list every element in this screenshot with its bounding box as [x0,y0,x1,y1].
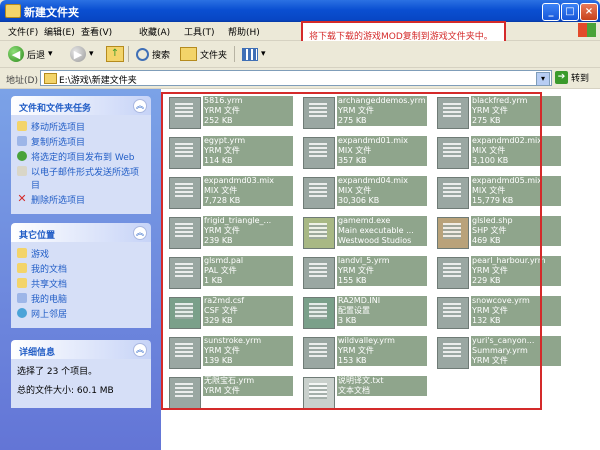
task-label: 以电子邮件形式发送所选项目 [31,168,140,191]
globe-icon [17,151,27,161]
place-shared-documents[interactable]: 共享文档 [17,277,145,290]
toolbar-separator [128,46,129,62]
task-email[interactable]: 以电子邮件形式发送所选项目 [17,165,145,191]
maximize-button[interactable]: □ [561,3,579,21]
place-label: 我的电脑 [31,295,68,305]
address-input[interactable]: E:\游戏\新建文件夹 ▾ [40,70,552,86]
delete-icon: ✕ [17,192,27,205]
go-button[interactable]: ➔ 转到 [555,71,589,84]
menu-file[interactable]: 文件(F) [8,25,38,38]
details-title: 详细信息 [19,348,56,358]
views-button[interactable]: ▾ [242,45,266,63]
other-places-title: 其它位置 [19,231,56,241]
place-label: 我的文档 [31,265,68,275]
folders-button[interactable]: 文件夹 [180,45,227,63]
details-header[interactable]: 详细信息 ︽ [11,340,151,359]
forward-button[interactable]: ▶ ▾ [70,45,94,63]
place-my-documents[interactable]: 我的文档 [17,262,145,275]
menu-favorites[interactable]: 收藏(A) [139,25,170,38]
collapse-icon[interactable]: ︽ [133,343,147,357]
close-button[interactable]: × [580,3,598,21]
back-label: 后退 [27,50,46,61]
task-copy[interactable]: 复制所选项目 [17,135,145,148]
file-tasks-title: 文件和文件夹任务 [19,104,92,114]
forward-arrow-icon: ▶ [70,46,86,62]
search-icon [136,47,149,61]
menu-tools[interactable]: 工具(T) [184,25,215,38]
window-title: 新建文件夹 [24,6,79,19]
other-places-panel: 其它位置 ︽ 游戏 我的文档 共享文档 我的电脑 网上邻居 [11,223,151,328]
back-arrow-icon: ◀ [8,46,24,62]
go-arrow-icon: ➔ [555,71,568,84]
menu-edit[interactable]: 编辑(E) [44,25,75,38]
menu-view[interactable]: 查看(V) [81,25,112,38]
folder-icon [17,248,27,258]
network-icon [17,308,27,318]
task-delete[interactable]: ✕ 删除所选项目 [17,193,145,206]
folders-icon [180,47,197,61]
collapse-icon[interactable]: ︽ [133,99,147,113]
search-label: 搜索 [152,50,171,61]
chevron-down-icon: ▾ [89,49,94,59]
selection-count: 选择了 23 个项目。 [17,367,98,377]
details-panel: 详细信息 ︽ 选择了 23 个项目。 总的文件大小: 60.1 MB [11,340,151,408]
folder-icon [44,73,57,84]
email-icon [17,166,27,176]
task-label: 移动所选项目 [31,123,86,133]
place-label: 网上邻居 [31,310,68,320]
file-tasks-panel: 文件和文件夹任务 ︽ 移动所选项目 复制所选项目 将选定的项目发布到 Web 以… [11,96,151,214]
views-icon [242,47,258,61]
place-my-computer[interactable]: 我的电脑 [17,292,145,305]
place-label: 共享文档 [31,280,68,290]
address-dropdown-button[interactable]: ▾ [536,72,550,86]
toolbar-separator [234,46,235,62]
chevron-down-icon: ▾ [48,49,53,59]
file-tasks-header[interactable]: 文件和文件夹任务 ︽ [11,96,151,115]
folder-icon [17,263,27,273]
computer-icon [17,293,27,303]
address-bar: 地址(D) E:\游戏\新建文件夹 ▾ ➔ 转到 [0,68,600,89]
other-places-header[interactable]: 其它位置 ︽ [11,223,151,242]
task-label: 复制所选项目 [31,138,86,148]
go-label: 转到 [571,74,590,84]
place-network[interactable]: 网上邻居 [17,307,145,320]
move-icon [17,121,27,131]
search-button[interactable]: 搜索 [136,45,170,63]
menu-bar: 文件(F) 编辑(E) 查看(V) 收藏(A) 工具(T) 帮助(H) [0,22,600,41]
task-pane: 文件和文件夹任务 ︽ 移动所选项目 复制所选项目 将选定的项目发布到 Web 以… [0,89,161,450]
place-games[interactable]: 游戏 [17,247,145,260]
minimize-button[interactable]: _ [542,3,560,21]
copy-icon [17,136,27,146]
address-label: 地址(D) [6,76,38,86]
toolbar: ◀ 后退 ▾ ▶ ▾ ↑ 搜索 文件夹 ▾ [0,41,600,68]
folder-icon [5,4,21,18]
back-button[interactable]: ◀ 后退 ▾ [8,45,53,63]
chevron-down-icon: ▾ [261,49,266,59]
up-folder-icon: ↑ [106,46,124,62]
folders-label: 文件夹 [200,50,228,61]
task-label: 删除所选项目 [31,196,86,206]
menu-help[interactable]: 帮助(H) [228,25,260,38]
folder-icon [17,278,27,288]
address-path: E:\游戏\新建文件夹 [59,76,137,86]
collapse-icon[interactable]: ︽ [133,226,147,240]
annotation-highlight [161,92,542,410]
place-label: 游戏 [31,250,50,260]
title-bar: 新建文件夹 _ □ × [0,0,600,22]
task-publish-web[interactable]: 将选定的项目发布到 Web [17,150,145,163]
task-label: 将选定的项目发布到 Web [31,153,135,163]
windows-logo-icon [578,23,596,37]
total-size: 总的文件大小: 60.1 MB [17,386,114,396]
up-folder-button[interactable]: ↑ [106,45,124,63]
task-move[interactable]: 移动所选项目 [17,120,145,133]
